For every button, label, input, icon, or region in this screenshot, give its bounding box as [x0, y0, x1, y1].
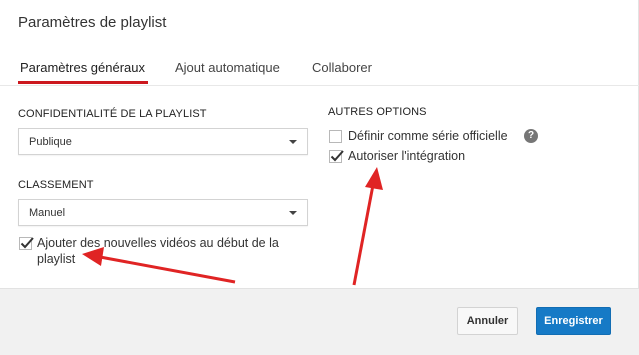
privacy-select-value: Publique: [29, 136, 72, 148]
help-icon[interactable]: ?: [524, 129, 538, 143]
checkmark-icon: [20, 237, 34, 249]
dialog-title: Paramètres de playlist: [18, 14, 167, 31]
checkmark-icon: [330, 150, 344, 162]
other-options-label: AUTRES OPTIONS: [328, 106, 427, 118]
add-to-top-label-line2: playlist: [37, 252, 76, 266]
cancel-button[interactable]: Annuler: [457, 307, 518, 335]
tab-general-settings[interactable]: Paramètres généraux: [20, 60, 145, 75]
active-tab-indicator: [18, 81, 148, 84]
annotation-arrow: [99, 255, 236, 284]
ordering-select[interactable]: Manuel: [18, 199, 308, 226]
dialog-footer: Annuler Enregistrer: [0, 288, 639, 355]
privacy-select[interactable]: Publique: [18, 128, 308, 155]
privacy-label: CONFIDENTIALITÉ DE LA PLAYLIST: [18, 108, 207, 120]
tab-auto-add[interactable]: Ajout automatique: [175, 60, 280, 75]
official-series-checkbox[interactable]: [329, 130, 342, 143]
save-button[interactable]: Enregistrer: [536, 307, 611, 335]
allow-embedding-label: Autoriser l'intégration: [348, 149, 466, 163]
annotation-arrow: [352, 184, 375, 286]
add-to-top-label-line1: Ajouter des nouvelles vidéos au début de…: [37, 236, 279, 250]
tab-collaborate[interactable]: Collaborer: [312, 60, 372, 75]
playlist-settings-dialog: Paramètres de playlist Paramètres généra…: [0, 0, 639, 355]
chevron-down-icon: [289, 140, 297, 144]
tab-bar: Paramètres généraux Ajout automatique Co…: [0, 55, 639, 86]
allow-embedding-checkbox[interactable]: [329, 150, 344, 163]
annotation-arrowhead: [365, 167, 383, 190]
chevron-down-icon: [289, 211, 297, 215]
ordering-select-value: Manuel: [29, 207, 66, 219]
official-series-label: Définir comme série officielle: [348, 129, 508, 143]
ordering-label: CLASSEMENT: [18, 179, 94, 191]
add-to-top-checkbox[interactable]: [19, 237, 34, 250]
